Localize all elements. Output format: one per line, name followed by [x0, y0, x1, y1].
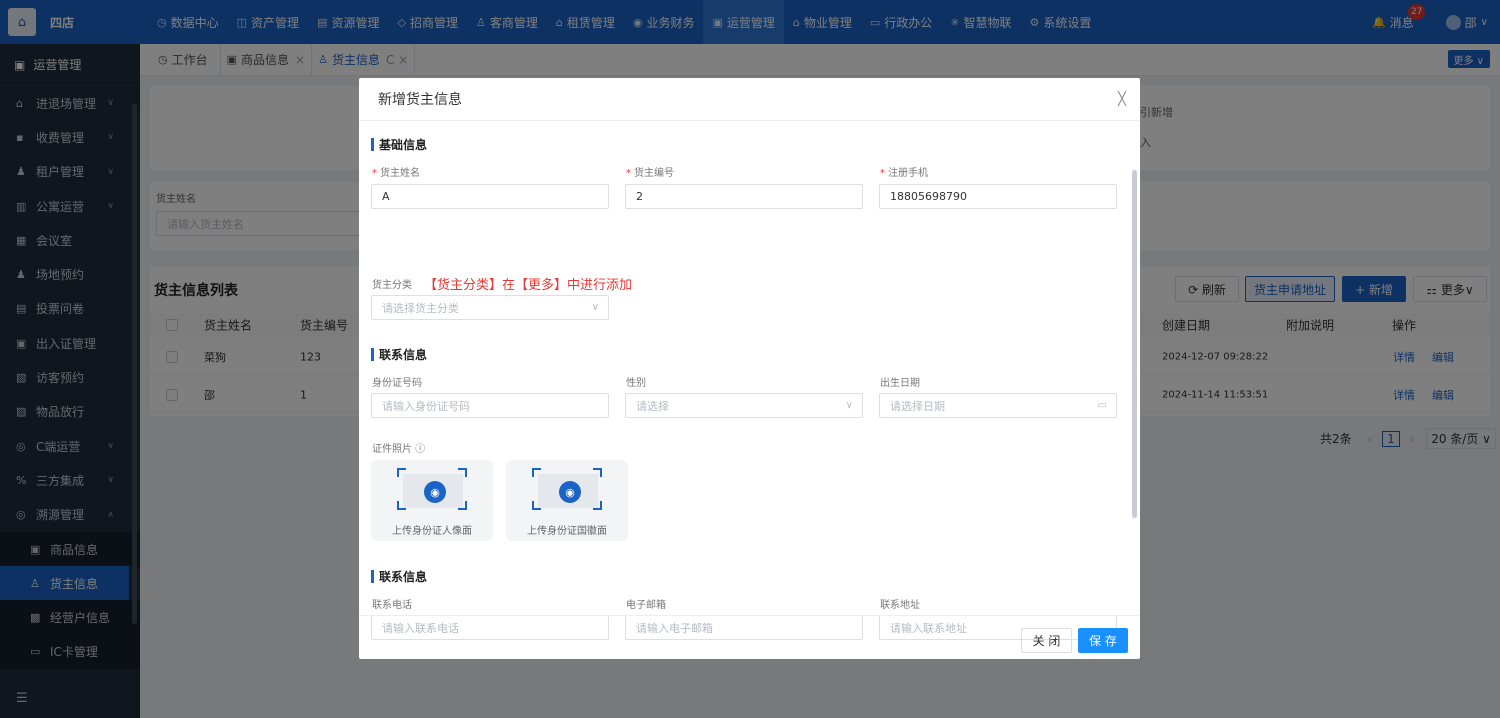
- dialog-scrollbar[interactable]: [1132, 170, 1137, 518]
- owner-name-label: * 货主姓名: [372, 168, 420, 179]
- close-icon[interactable]: ╳: [1118, 92, 1126, 107]
- save-button[interactable]: 保 存: [1078, 628, 1128, 653]
- owner-code-label: * 货主编号: [626, 168, 674, 179]
- category-select[interactable]: 请选择货主分类 ∨: [371, 295, 609, 320]
- chevron-down-icon: ∨: [591, 302, 599, 313]
- section-contact-info: 联系信息: [371, 346, 427, 363]
- owner-name-input[interactable]: A: [371, 184, 609, 209]
- camera-icon: ◉: [424, 481, 446, 503]
- category-label: 货主分类: [372, 280, 412, 291]
- close-button[interactable]: 关 闭: [1021, 628, 1072, 653]
- gender-label: 性别: [626, 378, 646, 389]
- section-basic-info: 基础信息: [371, 136, 427, 153]
- section-contact-info-2: 联系信息: [371, 568, 427, 585]
- id-back-illustration: ◉: [530, 466, 604, 512]
- dialog-title: 新增货主信息: [378, 92, 462, 108]
- dialog-body: 基础信息 * 货主姓名 A * 货主编号 2 * 注册手机 18805698790 货…: [359, 122, 1140, 640]
- email-label: 电子邮箱: [626, 600, 666, 611]
- upload-front-caption: 上传身份证人像面: [392, 526, 472, 537]
- dialog-header: 新增货主信息 ╳: [359, 78, 1140, 121]
- add-owner-dialog: 新增货主信息 ╳ 基础信息 * 货主姓名 A * 货主编号 2 * 注册手机 1880…: [359, 78, 1140, 659]
- calendar-icon: ▭: [1097, 400, 1107, 411]
- chevron-down-icon: ∨: [845, 400, 853, 411]
- owner-code-input[interactable]: 2: [625, 184, 863, 209]
- dialog-footer: 关 闭 保 存: [359, 615, 1140, 659]
- id-photo-label: 证件照片 ⓘ: [372, 444, 426, 455]
- upload-back-caption: 上传身份证国徽面: [527, 526, 607, 537]
- category-note: 【货主分类】在【更多】中进行添加: [424, 278, 633, 293]
- address-label: 联系地址: [880, 600, 920, 611]
- gender-select[interactable]: 请选择 ∨: [625, 393, 863, 418]
- id-front-illustration: ◉: [395, 466, 469, 512]
- upload-id-front[interactable]: ◉ 上传身份证人像面: [371, 460, 493, 541]
- phone-label: * 注册手机: [880, 168, 928, 179]
- id-number-input[interactable]: 请输入身份证号码: [371, 393, 609, 418]
- birth-date-label: 出生日期: [880, 378, 920, 389]
- tel-label: 联系电话: [372, 600, 412, 611]
- camera-icon: ◉: [559, 481, 581, 503]
- upload-id-back[interactable]: ◉ 上传身份证国徽面: [506, 460, 628, 541]
- id-number-label: 身份证号码: [372, 378, 422, 389]
- phone-input[interactable]: 18805698790: [879, 184, 1117, 209]
- birth-date-picker[interactable]: 请选择日期 ▭: [879, 393, 1117, 418]
